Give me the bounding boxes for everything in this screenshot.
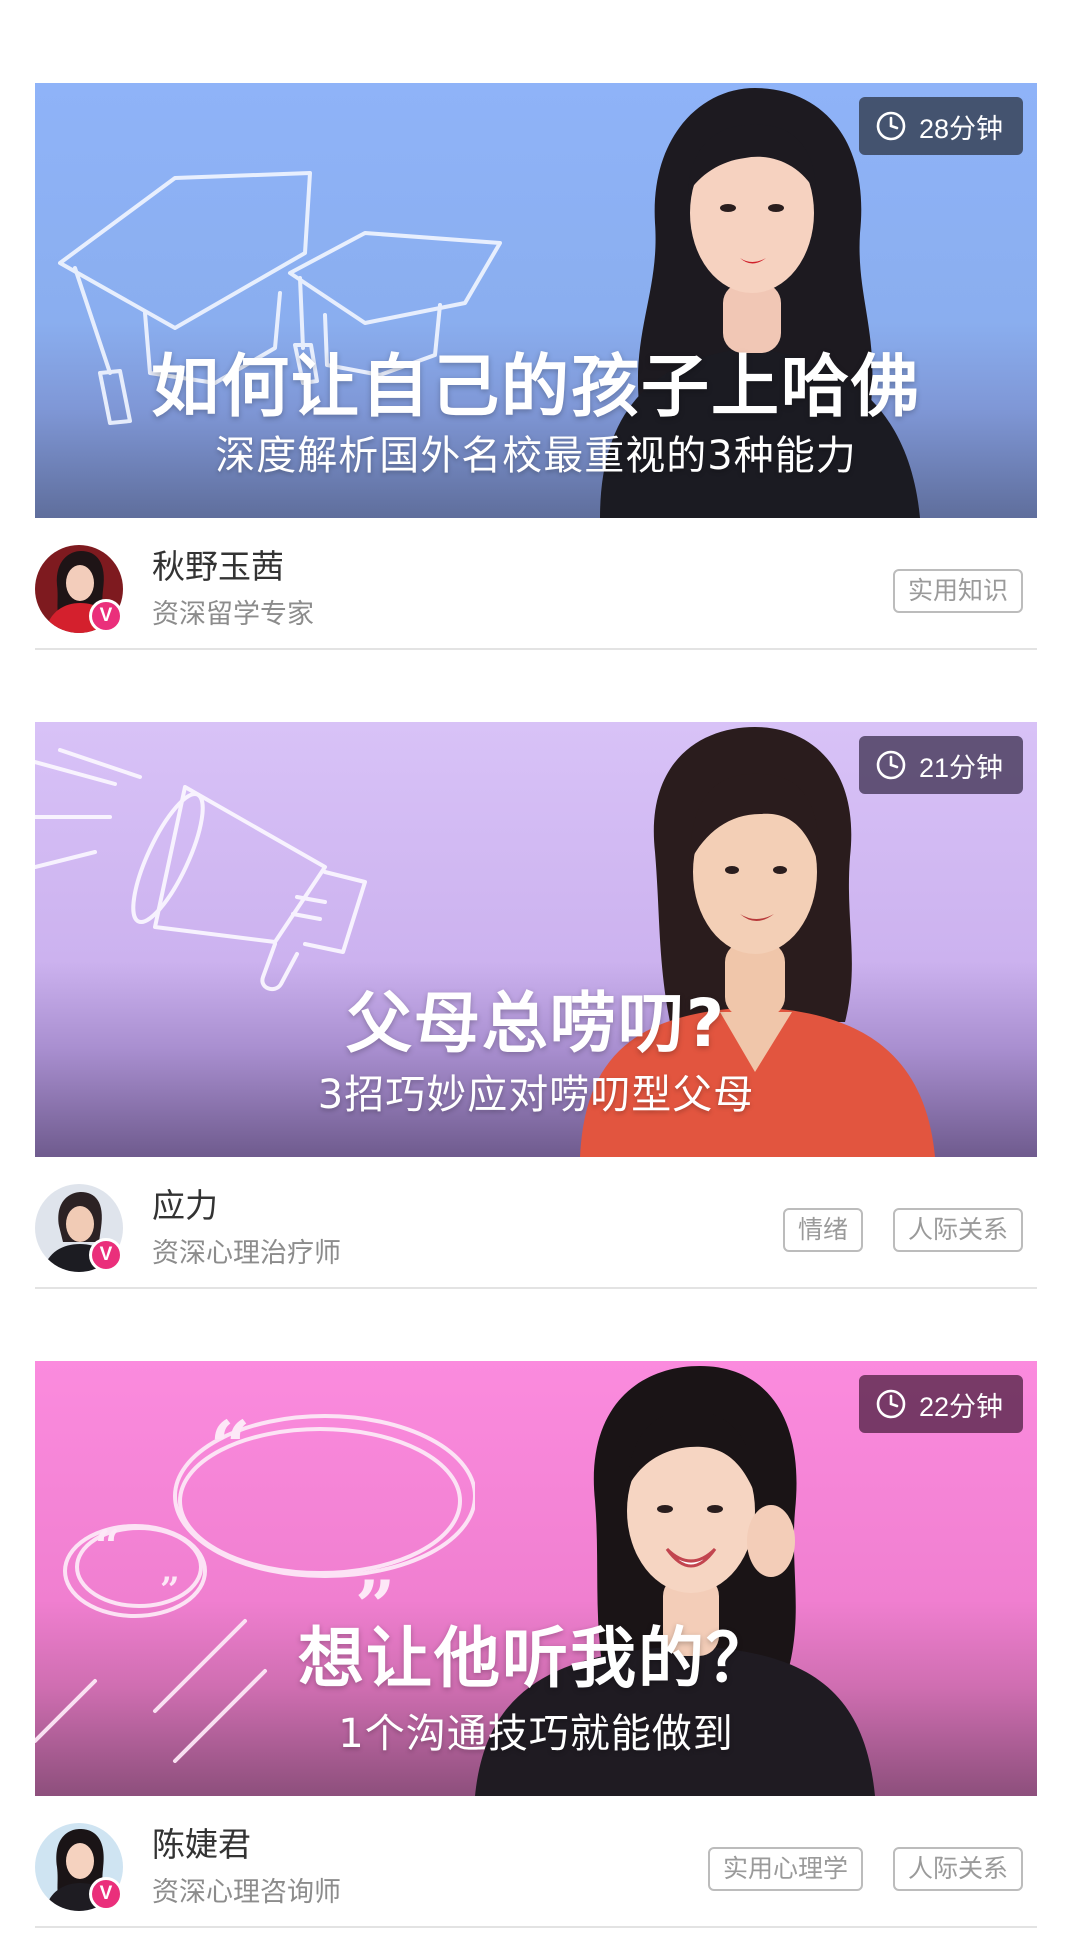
svg-text:“: “ [95,1521,120,1572]
banner-subtitle: 深度解析国外名校最重视的3种能力 [215,433,857,479]
svg-text:“: “ [210,1405,250,1488]
banner-title: 如何让自己的孩子上哈佛 [150,348,921,427]
megaphone-icon [35,722,435,1002]
course-list-page: 28分钟 如何让自己的孩子上哈佛 深度解析国外名校最重视的3种能力 V 秋野玉茜… [0,0,1080,1960]
author-title: 资深心理咨询师 [152,1877,341,1908]
tag[interactable]: 实用知识 [892,569,1023,613]
course-banner[interactable]: “ “ ” ” 22分钟 想让他听我的？ 1个沟通技巧就能做到 [35,1361,1037,1796]
duration-text: 22分钟 [918,1391,1003,1422]
author-title: 资深留学专家 [152,599,314,630]
tag[interactable]: 人际关系 [892,1208,1023,1252]
author-name[interactable]: 应力 [152,1179,218,1227]
verified-icon: V [89,1877,123,1911]
banner-title: 父母总唠叨? [345,985,727,1062]
author-row[interactable]: V 应力 资深心理治疗师 情绪 人际关系 [35,1157,1037,1289]
duration-text: 28分钟 [918,113,1003,144]
tag-list: 实用心理学 人际关系 [707,1847,1023,1891]
tag[interactable]: 人际关系 [892,1847,1023,1891]
clock-icon [875,749,907,781]
tag[interactable]: 情绪 [782,1208,863,1252]
banner-subtitle: 1个沟通技巧就能做到 [338,1711,734,1757]
course-card[interactable]: “ “ ” ” 22分钟 想让他听我的？ 1个沟通技巧就能做到 V 陈婕君 资深… [35,1361,1037,1928]
banner-subtitle: 3招巧妙应对唠叨型父母 [317,1072,755,1118]
svg-text:”: ” [160,1570,180,1610]
author-row[interactable]: V 秋野玉茜 资深留学专家 实用知识 [35,518,1037,650]
clock-icon [875,110,907,142]
course-card[interactable]: 21分钟 父母总唠叨? 3招巧妙应对唠叨型父母 V 应力 资深心理治疗师 情绪 … [35,722,1037,1289]
duration-badge: 28分钟 [858,97,1023,155]
duration-text: 21分钟 [918,752,1003,783]
author-name[interactable]: 秋野玉茜 [152,540,284,588]
clock-icon [875,1388,907,1420]
tag-list: 实用知识 [892,569,1023,613]
tag-list: 情绪 人际关系 [782,1208,1023,1252]
verified-icon: V [89,1238,123,1272]
course-banner[interactable]: 21分钟 父母总唠叨? 3招巧妙应对唠叨型父母 [35,722,1037,1157]
banner-title: 想让他听我的？ [298,1620,774,1697]
course-card[interactable]: 28分钟 如何让自己的孩子上哈佛 深度解析国外名校最重视的3种能力 V 秋野玉茜… [35,83,1037,650]
verified-icon: V [89,599,123,633]
author-title: 资深心理治疗师 [152,1238,341,1269]
tag[interactable]: 实用心理学 [707,1847,863,1891]
duration-badge: 21分钟 [858,736,1023,794]
course-banner[interactable]: 28分钟 如何让自己的孩子上哈佛 深度解析国外名校最重视的3种能力 [35,83,1037,518]
author-name[interactable]: 陈婕君 [152,1818,251,1866]
duration-badge: 22分钟 [858,1375,1023,1433]
author-row[interactable]: V 陈婕君 资深心理咨询师 实用心理学 人际关系 [35,1796,1037,1928]
